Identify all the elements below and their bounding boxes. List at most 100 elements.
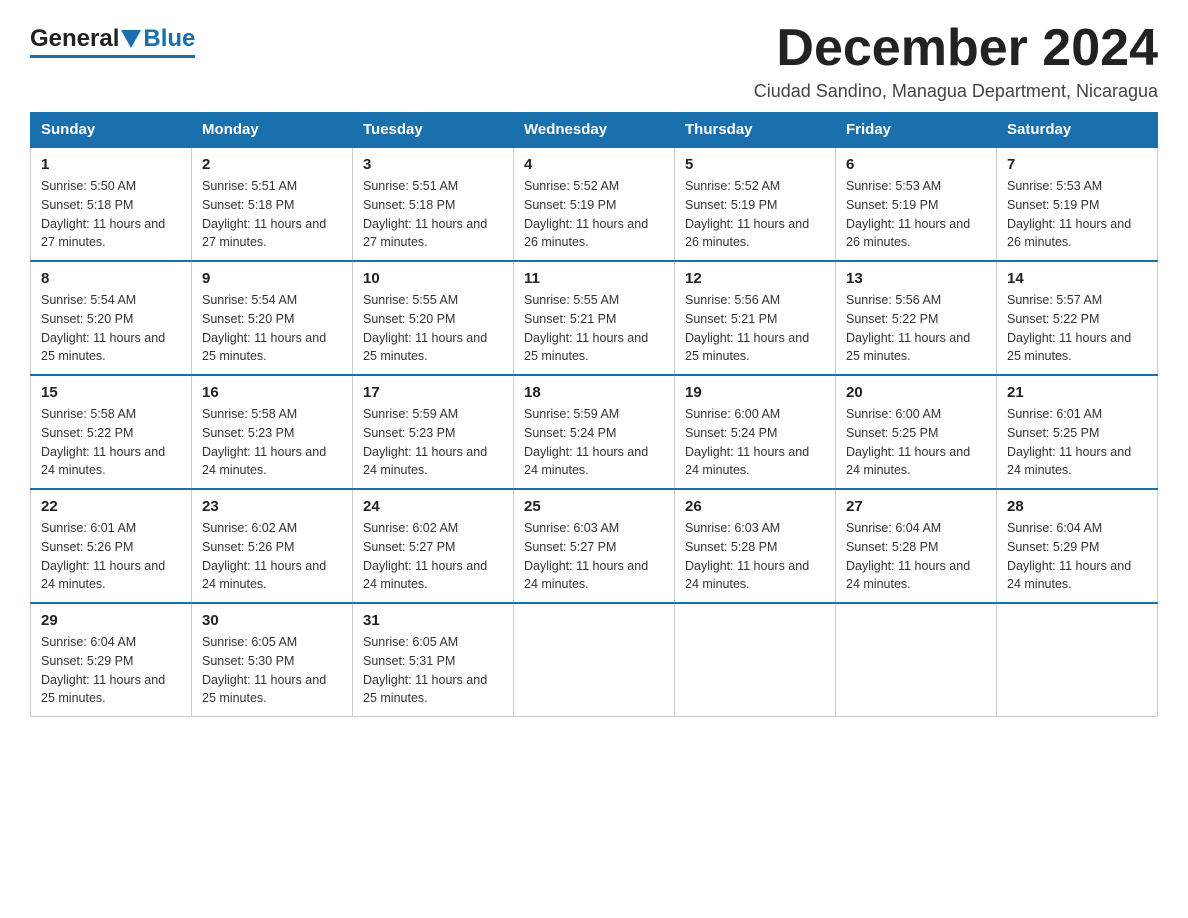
- day-info: Sunrise: 6:01 AMSunset: 5:25 PMDaylight:…: [1007, 405, 1147, 480]
- day-header-friday: Friday: [836, 113, 997, 148]
- day-number: 31: [363, 612, 503, 629]
- day-number: 28: [1007, 498, 1147, 515]
- calendar-week-row: 8 Sunrise: 5:54 AMSunset: 5:20 PMDaylight…: [31, 261, 1158, 375]
- day-number: 23: [202, 498, 342, 515]
- day-number: 1: [41, 156, 181, 173]
- day-number: 4: [524, 156, 664, 173]
- calendar-day-cell: 23Sunrise: 6:02 AMSunset: 5:26 PMDayligh…: [192, 489, 353, 603]
- day-number: 9: [202, 270, 342, 287]
- day-number: 5: [685, 156, 825, 173]
- day-number: 29: [41, 612, 181, 629]
- day-info: Sunrise: 5:59 AMSunset: 5:23 PMDaylight:…: [363, 405, 503, 480]
- calendar-day-cell: 19 Sunrise: 6:00 AMSunset: 5:24 PMDayligh…: [675, 375, 836, 489]
- day-info: Sunrise: 5:54 AMSunset: 5:20 PMDaylight:…: [41, 291, 181, 366]
- day-headers-row: SundayMondayTuesdayWednesdayThursdayFrid…: [31, 113, 1158, 148]
- day-number: 17: [363, 384, 503, 401]
- page-header: General Blue December 2024 Ciudad Sandin…: [30, 20, 1158, 102]
- day-info: Sunrise: 5:55 AMSunset: 5:21 PMDaylight:…: [524, 291, 664, 366]
- calendar-day-cell: 20Sunrise: 6:00 AMSunset: 5:25 PMDayligh…: [836, 375, 997, 489]
- day-info: Sunrise: 6:03 AMSunset: 5:28 PMDaylight:…: [685, 519, 825, 594]
- calendar-day-cell: 10 Sunrise: 5:55 AMSunset: 5:20 PMDayligh…: [353, 261, 514, 375]
- day-number: 16: [202, 384, 342, 401]
- day-number: 14: [1007, 270, 1147, 287]
- calendar-day-cell: 26Sunrise: 6:03 AMSunset: 5:28 PMDayligh…: [675, 489, 836, 603]
- day-number: 2: [202, 156, 342, 173]
- day-info: Sunrise: 6:00 AMSunset: 5:24 PMDaylight:…: [685, 405, 825, 480]
- calendar-day-cell: 3Sunrise: 5:51 AMSunset: 5:18 PMDaylight…: [353, 147, 514, 261]
- calendar-day-cell: [675, 603, 836, 717]
- day-info: Sunrise: 5:57 AMSunset: 5:22 PMDaylight:…: [1007, 291, 1147, 366]
- calendar-day-cell: 21 Sunrise: 6:01 AMSunset: 5:25 PMDayligh…: [997, 375, 1158, 489]
- calendar-day-cell: 9 Sunrise: 5:54 AMSunset: 5:20 PMDaylight…: [192, 261, 353, 375]
- logo-triangle-icon: [121, 30, 141, 48]
- day-number: 13: [846, 270, 986, 287]
- title-area: December 2024 Ciudad Sandino, Managua De…: [754, 20, 1158, 102]
- calendar-day-cell: 18 Sunrise: 5:59 AMSunset: 5:24 PMDayligh…: [514, 375, 675, 489]
- day-info: Sunrise: 6:03 AMSunset: 5:27 PMDaylight:…: [524, 519, 664, 594]
- day-header-thursday: Thursday: [675, 113, 836, 148]
- day-info: Sunrise: 5:58 AMSunset: 5:22 PMDaylight:…: [41, 405, 181, 480]
- calendar-day-cell: 16Sunrise: 5:58 AMSunset: 5:23 PMDayligh…: [192, 375, 353, 489]
- day-info: Sunrise: 6:02 AMSunset: 5:27 PMDaylight:…: [363, 519, 503, 594]
- calendar-day-cell: 2 Sunrise: 5:51 AMSunset: 5:18 PMDaylight…: [192, 147, 353, 261]
- calendar-day-cell: 8 Sunrise: 5:54 AMSunset: 5:20 PMDaylight…: [31, 261, 192, 375]
- day-info: Sunrise: 6:05 AMSunset: 5:30 PMDaylight:…: [202, 633, 342, 708]
- day-number: 10: [363, 270, 503, 287]
- month-title: December 2024: [754, 20, 1158, 77]
- calendar-day-cell: 13Sunrise: 5:56 AMSunset: 5:22 PMDayligh…: [836, 261, 997, 375]
- calendar-day-cell: 25Sunrise: 6:03 AMSunset: 5:27 PMDayligh…: [514, 489, 675, 603]
- day-info: Sunrise: 6:01 AMSunset: 5:26 PMDaylight:…: [41, 519, 181, 594]
- day-info: Sunrise: 5:50 AMSunset: 5:18 PMDaylight:…: [41, 177, 181, 252]
- day-info: Sunrise: 6:04 AMSunset: 5:28 PMDaylight:…: [846, 519, 986, 594]
- day-number: 20: [846, 384, 986, 401]
- day-info: Sunrise: 5:53 AMSunset: 5:19 PMDaylight:…: [846, 177, 986, 252]
- location-title: Ciudad Sandino, Managua Department, Nica…: [754, 81, 1158, 102]
- calendar-day-cell: 15 Sunrise: 5:58 AMSunset: 5:22 PMDayligh…: [31, 375, 192, 489]
- calendar-week-row: 15 Sunrise: 5:58 AMSunset: 5:22 PMDayligh…: [31, 375, 1158, 489]
- calendar-day-cell: 6 Sunrise: 5:53 AMSunset: 5:19 PMDaylight…: [836, 147, 997, 261]
- day-number: 21: [1007, 384, 1147, 401]
- day-info: Sunrise: 5:51 AMSunset: 5:18 PMDaylight:…: [202, 177, 342, 252]
- calendar-day-cell: [836, 603, 997, 717]
- day-header-wednesday: Wednesday: [514, 113, 675, 148]
- day-info: Sunrise: 5:59 AMSunset: 5:24 PMDaylight:…: [524, 405, 664, 480]
- calendar-header: SundayMondayTuesdayWednesdayThursdayFrid…: [31, 113, 1158, 148]
- day-number: 7: [1007, 156, 1147, 173]
- calendar-day-cell: 17 Sunrise: 5:59 AMSunset: 5:23 PMDayligh…: [353, 375, 514, 489]
- day-info: Sunrise: 5:55 AMSunset: 5:20 PMDaylight:…: [363, 291, 503, 366]
- day-number: 19: [685, 384, 825, 401]
- day-number: 11: [524, 270, 664, 287]
- calendar-table: SundayMondayTuesdayWednesdayThursdayFrid…: [30, 112, 1158, 717]
- calendar-day-cell: 14 Sunrise: 5:57 AMSunset: 5:22 PMDayligh…: [997, 261, 1158, 375]
- calendar-day-cell: 11 Sunrise: 5:55 AMSunset: 5:21 PMDayligh…: [514, 261, 675, 375]
- calendar-day-cell: 28 Sunrise: 6:04 AMSunset: 5:29 PMDayligh…: [997, 489, 1158, 603]
- day-info: Sunrise: 5:51 AMSunset: 5:18 PMDaylight:…: [363, 177, 503, 252]
- day-number: 27: [846, 498, 986, 515]
- day-header-tuesday: Tuesday: [353, 113, 514, 148]
- calendar-week-row: 22Sunrise: 6:01 AMSunset: 5:26 PMDayligh…: [31, 489, 1158, 603]
- logo[interactable]: General Blue: [30, 20, 195, 58]
- day-info: Sunrise: 5:54 AMSunset: 5:20 PMDaylight:…: [202, 291, 342, 366]
- day-info: Sunrise: 6:05 AMSunset: 5:31 PMDaylight:…: [363, 633, 503, 708]
- day-info: Sunrise: 5:53 AMSunset: 5:19 PMDaylight:…: [1007, 177, 1147, 252]
- calendar-day-cell: 22Sunrise: 6:01 AMSunset: 5:26 PMDayligh…: [31, 489, 192, 603]
- day-number: 24: [363, 498, 503, 515]
- calendar-day-cell: 5Sunrise: 5:52 AMSunset: 5:19 PMDaylight…: [675, 147, 836, 261]
- calendar-day-cell: 7 Sunrise: 5:53 AMSunset: 5:19 PMDaylight…: [997, 147, 1158, 261]
- logo-underline: [30, 55, 195, 58]
- calendar-day-cell: 29 Sunrise: 6:04 AMSunset: 5:29 PMDayligh…: [31, 603, 192, 717]
- calendar-week-row: 1 Sunrise: 5:50 AMSunset: 5:18 PMDaylight…: [31, 147, 1158, 261]
- day-info: Sunrise: 6:04 AMSunset: 5:29 PMDaylight:…: [41, 633, 181, 708]
- day-info: Sunrise: 5:52 AMSunset: 5:19 PMDaylight:…: [524, 177, 664, 252]
- day-number: 18: [524, 384, 664, 401]
- day-number: 15: [41, 384, 181, 401]
- day-number: 30: [202, 612, 342, 629]
- day-number: 8: [41, 270, 181, 287]
- logo-blue-text: Blue: [143, 25, 195, 53]
- day-info: Sunrise: 6:04 AMSunset: 5:29 PMDaylight:…: [1007, 519, 1147, 594]
- day-header-saturday: Saturday: [997, 113, 1158, 148]
- calendar-day-cell: 12Sunrise: 5:56 AMSunset: 5:21 PMDayligh…: [675, 261, 836, 375]
- day-header-sunday: Sunday: [31, 113, 192, 148]
- calendar-body: 1 Sunrise: 5:50 AMSunset: 5:18 PMDaylight…: [31, 147, 1158, 717]
- day-number: 6: [846, 156, 986, 173]
